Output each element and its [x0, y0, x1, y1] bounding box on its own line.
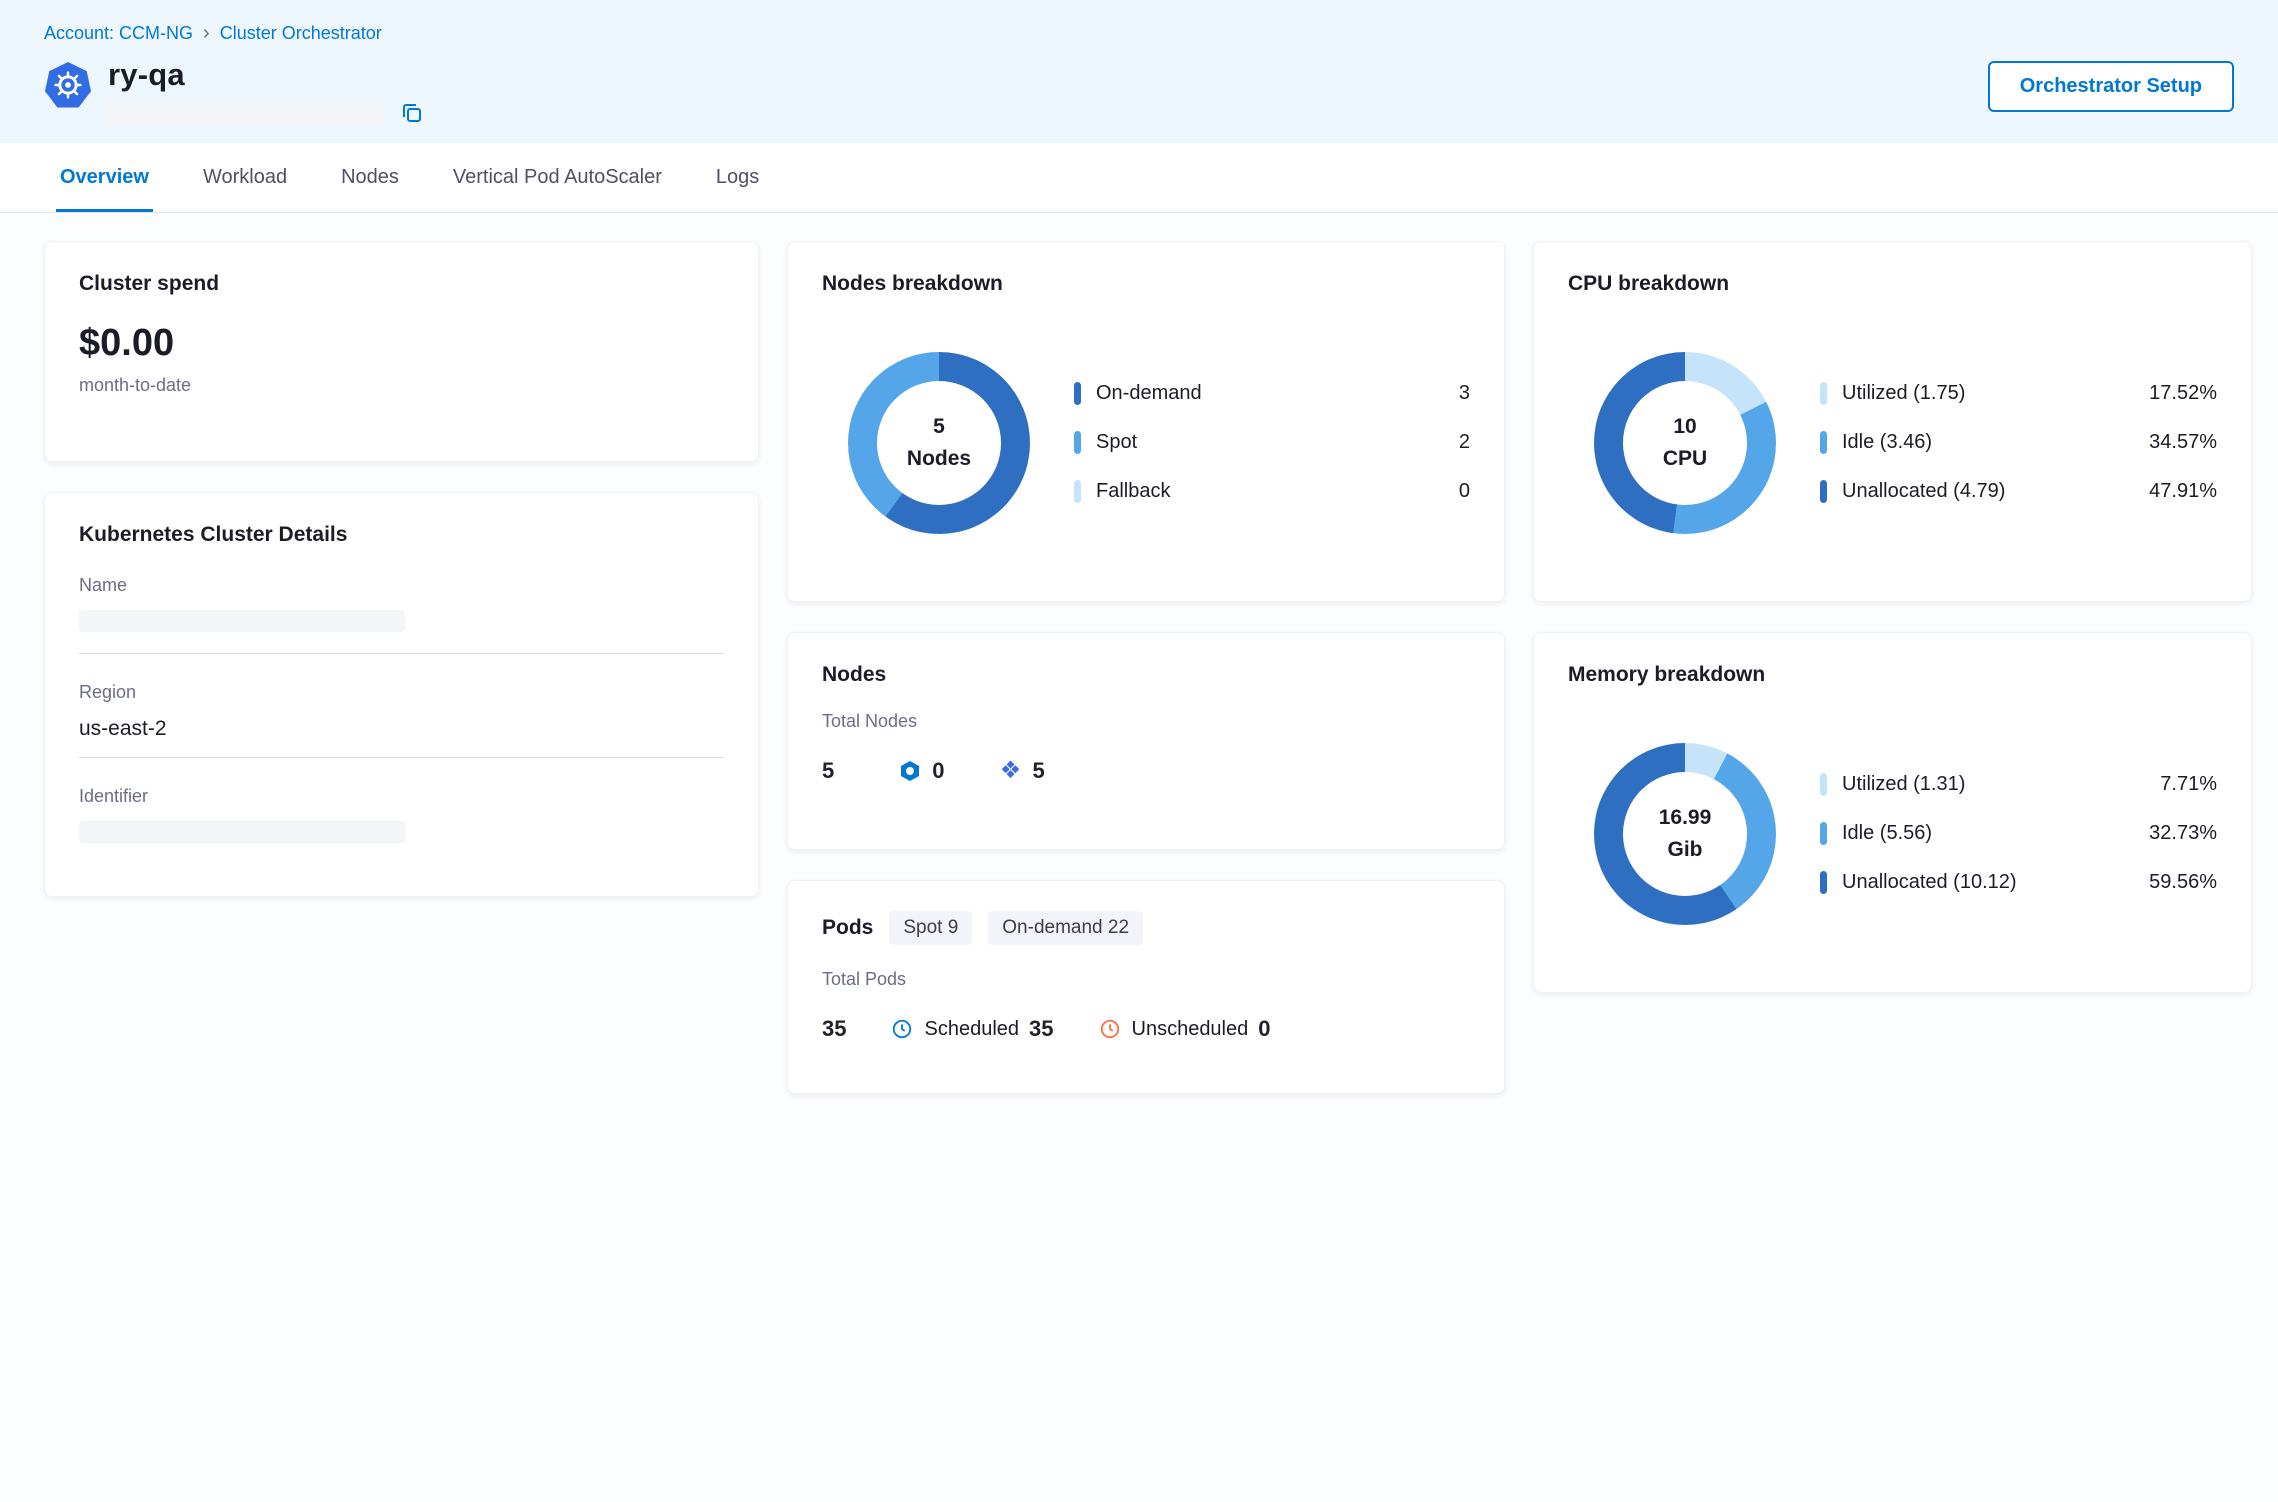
copy-icon[interactable]: [400, 101, 424, 125]
region-field-label: Region: [79, 682, 724, 703]
tab-overview[interactable]: Overview: [56, 144, 153, 212]
legend-row-cpu-idle: Idle (3.46) 34.57%: [1820, 431, 2217, 454]
legend-row-mem-idle: Idle (5.56) 32.73%: [1820, 822, 2217, 845]
legend-marker: [1074, 382, 1081, 405]
total-nodes-value: 5: [822, 758, 834, 784]
breadcrumb-page-link[interactable]: Cluster Orchestrator: [220, 23, 382, 44]
cpu-donut-center: 10 CPU: [1623, 381, 1747, 505]
total-pods-label: Total Pods: [822, 969, 1470, 990]
nodes-breakdown-title: Nodes breakdown: [822, 272, 1470, 296]
memory-donut-center: 16.99 Gib: [1623, 772, 1747, 896]
tab-workload[interactable]: Workload: [199, 144, 291, 212]
pods-card-title: Pods: [822, 916, 873, 940]
redacted-cluster-id: [108, 102, 386, 124]
cpu-breakdown-legend: Utilized (1.75) 17.52% Idle (3.46) 34.57…: [1776, 382, 2217, 503]
spot-pods-badge: Spot 9: [889, 911, 972, 945]
breadcrumb-account-link[interactable]: Account: CCM-NG: [44, 23, 193, 44]
cluster-spend-card: Cluster spend $0.00 month-to-date: [44, 241, 759, 462]
diamond-cluster-icon: ❖: [999, 759, 1023, 783]
nodes-card-title: Nodes: [822, 663, 1470, 687]
memory-breakdown-title: Memory breakdown: [1568, 663, 2217, 687]
cluster-title: ry-qa: [108, 57, 424, 93]
cluster-spend-amount: $0.00: [79, 322, 724, 365]
cluster-spend-title: Cluster spend: [79, 272, 724, 296]
cluster-spend-period: month-to-date: [79, 375, 724, 396]
legend-marker: [1074, 480, 1081, 503]
memory-breakdown-legend: Utilized (1.31) 7.71% Idle (5.56) 32.73%…: [1776, 773, 2217, 894]
nodes-stat1-value: 0: [932, 758, 944, 784]
breadcrumb-chevron-icon: ›: [203, 22, 210, 45]
pods-card: Pods Spot 9 On-demand 22 Total Pods 35 S…: [787, 880, 1505, 1094]
legend-marker: [1820, 871, 1827, 894]
nodes-donut-chart: 5 Nodes: [848, 352, 1030, 534]
redacted-name-value: [79, 610, 405, 632]
cluster-details-title: Kubernetes Cluster Details: [79, 523, 724, 547]
scheduled-value: 35: [1029, 1016, 1053, 1042]
legend-marker: [1820, 773, 1827, 796]
unscheduled-value: 0: [1258, 1016, 1270, 1042]
on-demand-pods-badge: On-demand 22: [988, 911, 1143, 945]
nodes-stat2-value: 5: [1033, 758, 1045, 784]
cpu-breakdown-title: CPU breakdown: [1568, 272, 2217, 296]
memory-donut-chart: 16.99 Gib: [1594, 743, 1776, 925]
legend-row-cpu-utilized: Utilized (1.75) 17.52%: [1820, 382, 2217, 405]
tab-nodes[interactable]: Nodes: [337, 144, 403, 212]
identifier-field-label: Identifier: [79, 786, 724, 807]
unscheduled-clock-icon: [1098, 1017, 1122, 1041]
legend-row-mem-utilized: Utilized (1.31) 7.71%: [1820, 773, 2217, 796]
legend-marker: [1820, 382, 1827, 405]
redacted-identifier-value: [79, 821, 405, 843]
nodes-donut-center: 5 Nodes: [877, 381, 1001, 505]
name-field-label: Name: [79, 575, 724, 596]
nodes-card: Nodes Total Nodes 5 0 ❖ 5: [787, 632, 1505, 850]
nodes-breakdown-legend: On-demand 3 Spot 2 Fallback 0: [1030, 382, 1470, 503]
legend-marker: [1074, 431, 1081, 454]
legend-row-spot: Spot 2: [1074, 431, 1470, 454]
nodes-breakdown-card: Nodes breakdown 5 Nodes On-demand 3: [787, 241, 1505, 602]
legend-row-fallback: Fallback 0: [1074, 480, 1470, 503]
cluster-details-card: Kubernetes Cluster Details Name Region u…: [44, 492, 759, 897]
scheduled-clock-icon: [890, 1017, 914, 1041]
legend-marker: [1820, 431, 1827, 454]
legend-marker: [1820, 480, 1827, 503]
kubernetes-icon: [44, 61, 92, 109]
scheduled-label: Scheduled: [924, 1018, 1019, 1041]
memory-breakdown-card: Memory breakdown 16.99 Gib Utilized (1.3…: [1533, 632, 2252, 993]
legend-row-mem-unallocated: Unallocated (10.12) 59.56%: [1820, 871, 2217, 894]
legend-marker: [1820, 822, 1827, 845]
cpu-donut-chart: 10 CPU: [1594, 352, 1776, 534]
legend-row-cpu-unallocated: Unallocated (4.79) 47.91%: [1820, 480, 2217, 503]
cpu-breakdown-card: CPU breakdown 10 CPU Utilized (1.75) 17.…: [1533, 241, 2252, 602]
region-field-value: us-east-2: [79, 717, 724, 757]
orchestrator-setup-button[interactable]: Orchestrator Setup: [1988, 61, 2234, 112]
hexagon-nodes-icon: [898, 759, 922, 783]
unscheduled-label: Unscheduled: [1132, 1018, 1249, 1041]
tab-vertical-pod-autoscaler[interactable]: Vertical Pod AutoScaler: [449, 144, 666, 212]
tab-bar: Overview Workload Nodes Vertical Pod Aut…: [0, 143, 2278, 213]
breadcrumb: Account: CCM-NG › Cluster Orchestrator: [44, 22, 2234, 45]
tab-logs[interactable]: Logs: [712, 144, 763, 212]
total-pods-value: 35: [822, 1016, 846, 1042]
page-header: Account: CCM-NG › Cluster Orchestrator: [0, 0, 2278, 143]
legend-row-on-demand: On-demand 3: [1074, 382, 1470, 405]
total-nodes-label: Total Nodes: [822, 711, 1470, 732]
